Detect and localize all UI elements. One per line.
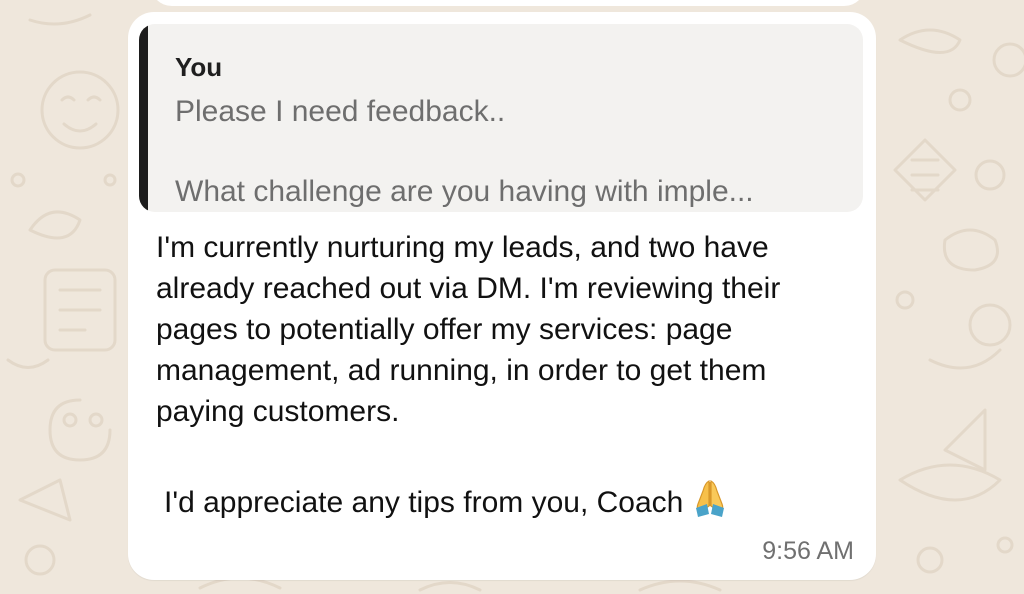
message-text-line: I'm currently nurturing my leads, and tw… [156,231,769,264]
quote-accent-bar [139,24,148,212]
message-closing-line: I'd appreciate any tips from you, Coach [164,478,727,527]
previous-message-bubble-edge [150,0,866,6]
folded-hands-icon [693,478,727,527]
quoted-message-line: What challenge are you having with imple… [175,175,754,208]
quoted-message-line: Please I need feedback.. [175,95,506,128]
message-closing-text: I'd appreciate any tips from you, Coach [164,486,684,519]
message-timestamp: 9:56 AM [762,537,854,565]
message-text-line: paying customers. [156,395,400,428]
message-text-line: already reached out via DM. I'm reviewin… [156,272,781,305]
message-bubble[interactable]: You Please I need feedback.. What challe… [128,12,876,580]
message-text-line: pages to potentially offer my services: … [156,313,733,346]
message-text-line: management, ad running, in order to get … [156,354,767,387]
quoted-message-author: You [175,52,223,82]
quoted-message[interactable]: You Please I need feedback.. What challe… [139,24,863,212]
